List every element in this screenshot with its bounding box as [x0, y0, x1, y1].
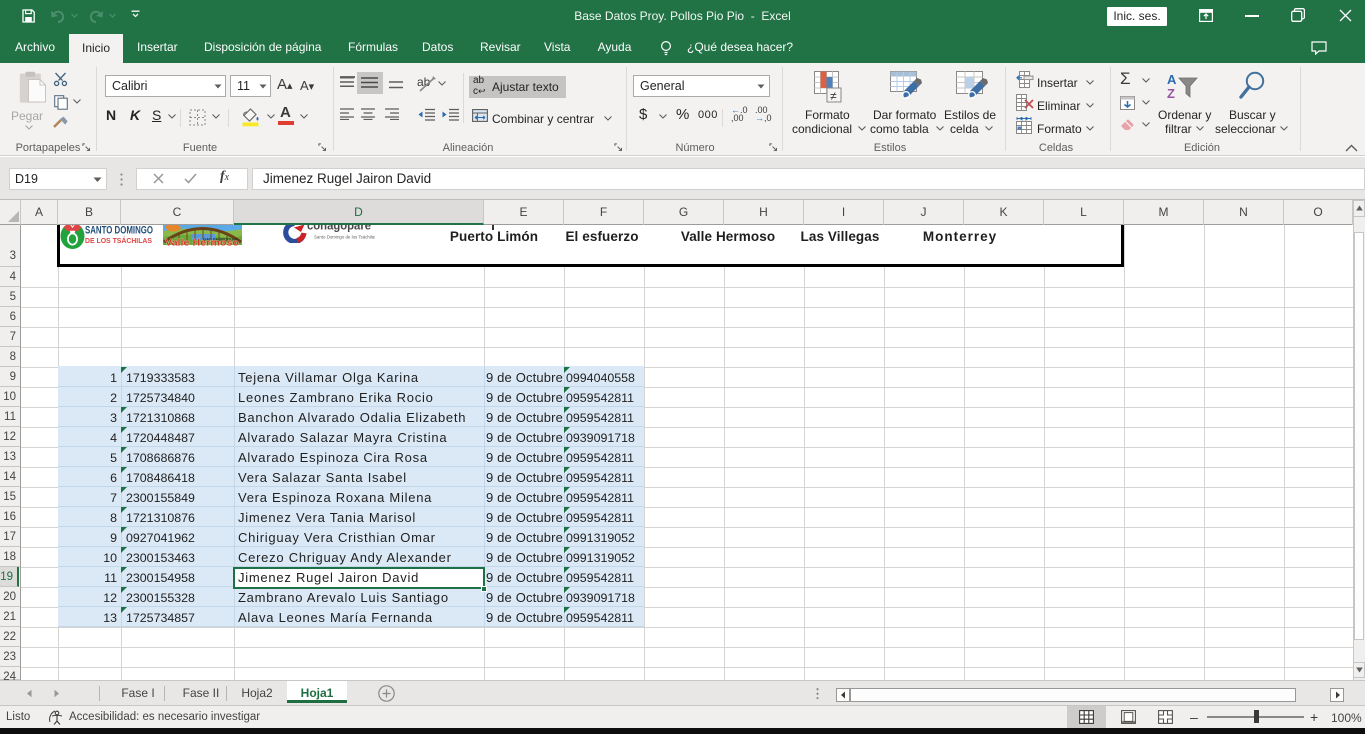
svg-text:DE LOS TSÁCHILAS: DE LOS TSÁCHILAS — [85, 236, 152, 245]
svg-text:≠: ≠ — [830, 89, 837, 103]
svg-text:A: A — [1167, 72, 1177, 87]
svg-text:Valle Hermoso: Valle Hermoso — [165, 238, 240, 248]
svg-text:Z: Z — [1167, 86, 1175, 100]
svg-text:Santo Domingo de los Tsáchilas: Santo Domingo de los Tsáchilas — [314, 235, 375, 240]
svg-text:SANTO DOMINGO: SANTO DOMINGO — [85, 225, 153, 237]
